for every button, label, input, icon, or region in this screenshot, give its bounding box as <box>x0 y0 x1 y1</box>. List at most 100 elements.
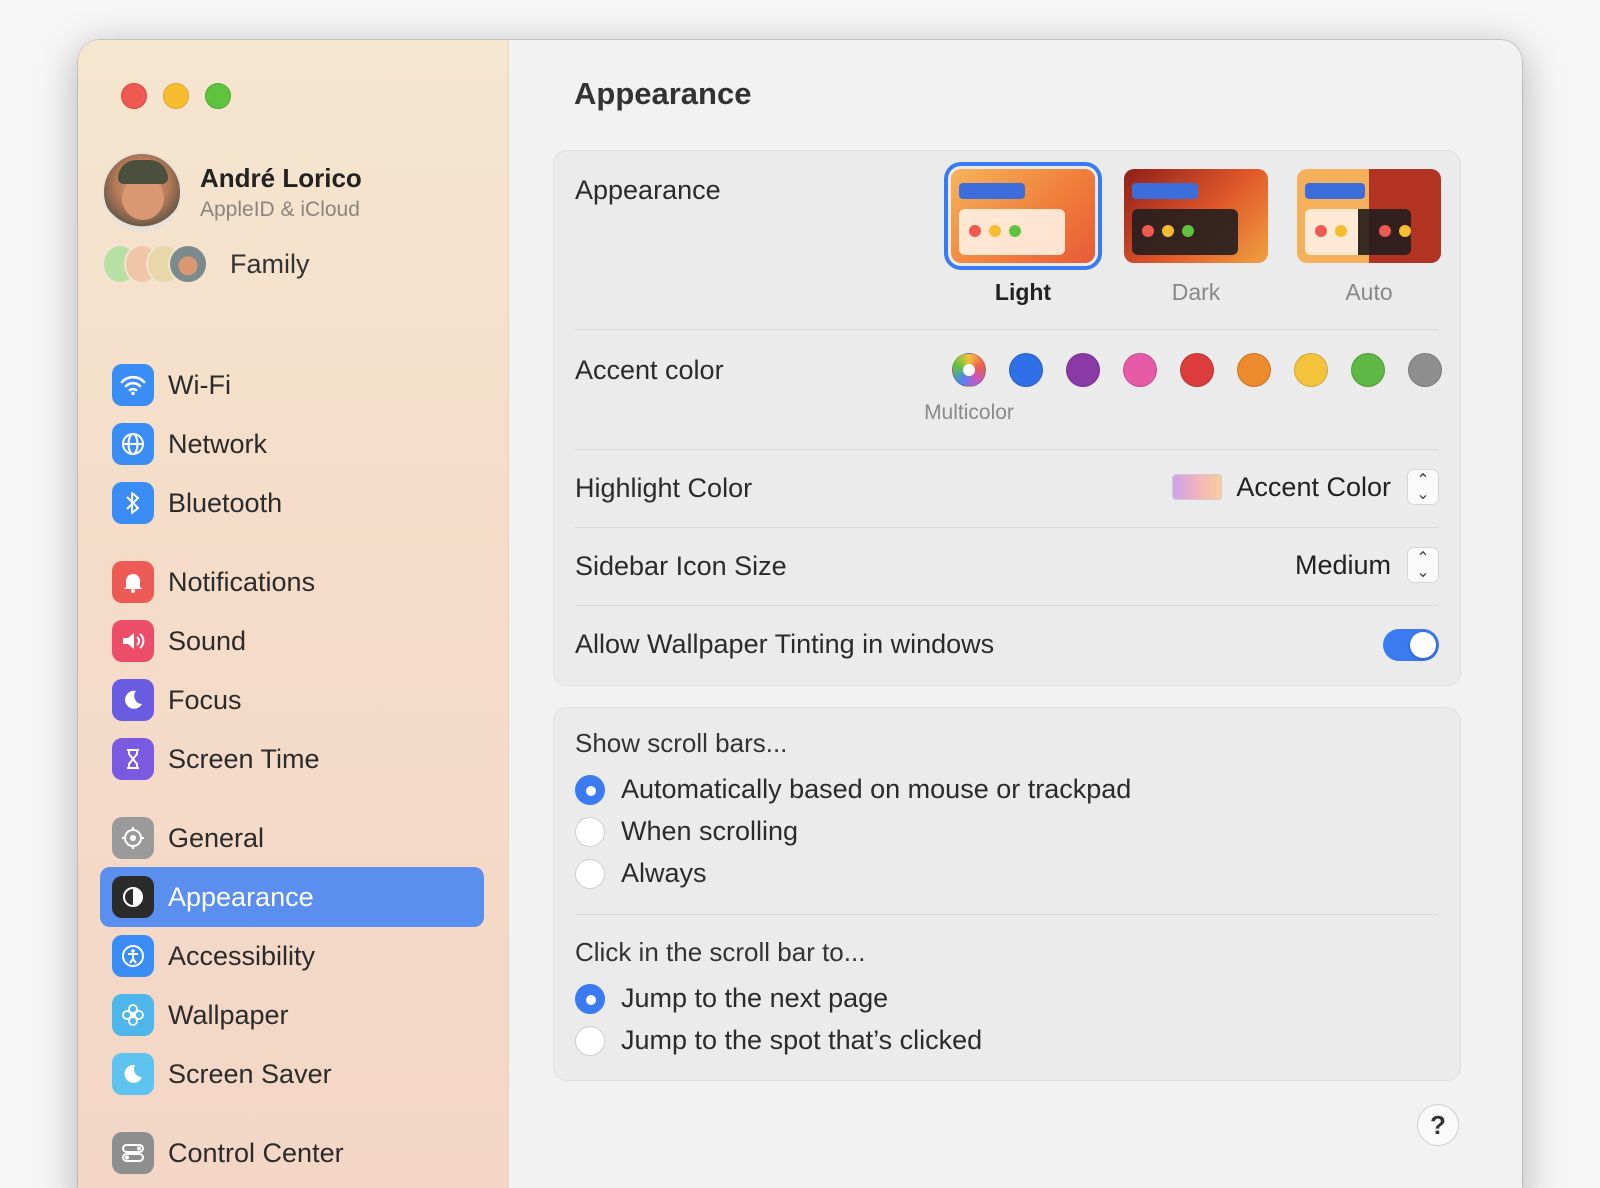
accent-graphite[interactable] <box>1408 353 1442 387</box>
sidebar-icon-size-popup[interactable]: Medium ⌃ ⌄ <box>1295 547 1439 583</box>
toggle-knob <box>1410 632 1436 658</box>
apple-id-profile[interactable]: André Lorico AppleID & iCloud <box>102 152 362 232</box>
nav-group-focus: Notifications Sound Focus Screen Time <box>100 552 484 789</box>
theme-dark[interactable]: Dark <box>1124 169 1268 306</box>
divider <box>575 527 1439 528</box>
sidebar-item-label: Control Center <box>168 1137 344 1168</box>
theme-auto[interactable]: Auto <box>1297 169 1441 306</box>
sidebar-item-label: Accessibility <box>168 940 316 971</box>
accent-caption: Multicolor <box>924 401 1014 424</box>
sidebar-item-label: Focus <box>168 684 242 715</box>
accent-color-label: Accent color <box>575 355 724 385</box>
radio-button <box>575 1025 605 1056</box>
highlight-color-popup[interactable]: Accent Color ⌃ ⌄ <box>1172 469 1439 505</box>
close-button[interactable] <box>121 83 147 109</box>
divider <box>575 449 1439 450</box>
sidebar-icon-size-label: Sidebar Icon Size <box>575 551 787 581</box>
accessibility-icon <box>112 935 154 977</box>
sidebar-item-label: Appearance <box>168 881 314 912</box>
accent-orange[interactable] <box>1237 353 1271 387</box>
zoom-button[interactable] <box>205 83 231 109</box>
accent-pink[interactable] <box>1123 353 1157 387</box>
profile-name: André Lorico <box>200 162 362 193</box>
flower-icon <box>112 994 154 1036</box>
divider <box>575 605 1439 606</box>
theme-light[interactable]: Light <box>944 162 1102 306</box>
divider <box>575 329 1439 330</box>
radio-scroll-automatic[interactable]: Automatically based on mouse or trackpad <box>575 774 1131 805</box>
radio-jump-next-page[interactable]: Jump to the next page <box>575 983 888 1014</box>
minimize-button[interactable] <box>163 83 189 109</box>
sidebar-item-label: Bluetooth <box>168 487 283 518</box>
wifi-icon <box>112 364 154 406</box>
hourglass-icon <box>112 738 154 780</box>
accent-purple[interactable] <box>1066 353 1100 387</box>
accent-blue[interactable] <box>1009 353 1043 387</box>
appearance-label: Appearance <box>575 175 721 205</box>
sidebar-item-sound[interactable]: Sound <box>100 611 484 671</box>
moon-icon <box>112 679 154 721</box>
radio-label: When scrolling <box>621 816 799 846</box>
gear-icon <box>112 817 154 859</box>
sidebar-item-general[interactable]: General <box>100 808 484 868</box>
radio-scroll-always[interactable]: Always <box>575 858 707 889</box>
theme-light-label: Light <box>994 279 1052 305</box>
radio-button <box>575 816 605 847</box>
sidebar-item-notifications[interactable]: Notifications <box>100 552 484 612</box>
radio-button <box>575 983 605 1014</box>
accent-red[interactable] <box>1180 353 1214 387</box>
accent-yellow[interactable] <box>1294 353 1328 387</box>
theme-auto-label: Auto <box>1345 279 1393 305</box>
sidebar-item-control-center[interactable]: Control Center <box>100 1123 484 1183</box>
wallpaper-tinting-toggle[interactable] <box>1383 629 1439 661</box>
globe-icon <box>112 423 154 465</box>
sidebar-item-screen-time[interactable]: Screen Time <box>100 729 484 789</box>
radio-button <box>575 774 605 805</box>
help-button[interactable]: ? <box>1417 1104 1459 1146</box>
theme-light-thumbnail <box>944 162 1102 270</box>
radio-label: Always <box>621 858 707 888</box>
radio-jump-to-spot[interactable]: Jump to the spot that’s clicked <box>575 1025 982 1056</box>
sidebar-item-appearance[interactable]: Appearance <box>100 867 484 927</box>
screensaver-icon <box>112 1053 154 1095</box>
highlight-color-label: Highlight Color <box>575 473 753 503</box>
sidebar-item-label: Wallpaper <box>168 999 289 1030</box>
divider <box>575 914 1439 915</box>
scroll-bars-card: Show scroll bars... Automatically based … <box>553 707 1461 1081</box>
sidebar-item-family[interactable]: Family <box>102 244 310 284</box>
bell-icon <box>112 561 154 603</box>
sidebar-item-wifi[interactable]: Wi-Fi <box>100 355 484 415</box>
sidebar-item-bluetooth[interactable]: Bluetooth <box>100 473 484 533</box>
main-pane: Appearance Appearance Light Dark Auto Ac… <box>509 40 1522 1188</box>
accent-multicolor[interactable] <box>952 353 986 387</box>
page-title: Appearance <box>574 76 752 111</box>
sidebar-icon-size-value: Medium <box>1294 549 1391 580</box>
wallpaper-tinting-label: Allow Wallpaper Tinting in windows <box>575 629 995 659</box>
sidebar-item-network[interactable]: Network <box>100 414 484 474</box>
sidebar-item-accessibility[interactable]: Accessibility <box>100 926 484 986</box>
radio-scroll-when-scrolling[interactable]: When scrolling <box>575 816 798 847</box>
sidebar-item-label: Notifications <box>168 566 316 597</box>
radio-label: Jump to the spot that’s clicked <box>621 1025 983 1055</box>
family-label: Family <box>230 248 310 279</box>
accent-green[interactable] <box>1351 353 1385 387</box>
radio-label: Jump to the next page <box>621 983 889 1013</box>
nav-group-system: General Appearance Accessibility Wallpap… <box>100 808 484 1104</box>
radio-label: Automatically based on mouse or trackpad <box>621 774 1132 804</box>
profile-subtitle: AppleID & iCloud <box>200 197 360 221</box>
chevron-updown-icon: ⌃ ⌄ <box>1407 547 1439 583</box>
show-scroll-bars-title: Show scroll bars... <box>575 728 788 758</box>
traffic-lights <box>121 83 231 109</box>
sidebar-item-screen-saver[interactable]: Screen Saver <box>100 1044 484 1104</box>
sidebar-item-focus[interactable]: Focus <box>100 670 484 730</box>
chevron-updown-icon: ⌃ ⌄ <box>1407 469 1439 505</box>
theme-dark-label: Dark <box>1171 279 1221 305</box>
sidebar-item-label: General <box>168 822 265 853</box>
radio-button <box>575 858 605 889</box>
sidebar-item-wallpaper[interactable]: Wallpaper <box>100 985 484 1045</box>
sidebar-item-label: Network <box>168 428 268 459</box>
nav-group-connectivity: Wi-Fi Network Bluetooth <box>100 355 484 533</box>
click-scroll-bar-title: Click in the scroll bar to... <box>575 937 866 967</box>
theme-dark-thumbnail <box>1124 169 1268 263</box>
sidebar-nav: Wi-Fi Network Bluetooth Notifications So… <box>100 355 484 1188</box>
